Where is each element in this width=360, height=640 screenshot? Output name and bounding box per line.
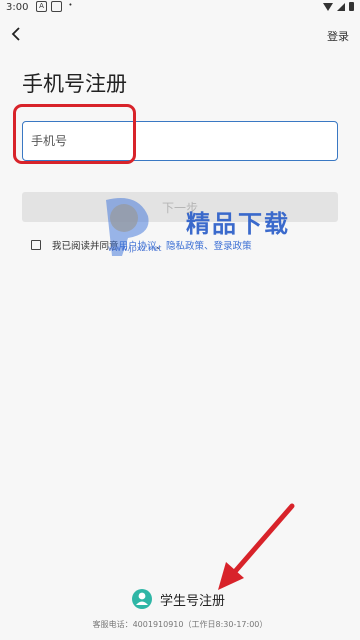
status-bar: 3:00 A • [0, 0, 360, 16]
login-link[interactable]: 登录 [327, 28, 349, 44]
status-right [323, 2, 354, 11]
dot-icon: • [68, 1, 73, 9]
sim-icon: A [36, 1, 47, 12]
agreement-prefix: 我已阅读并同意 [52, 241, 119, 252]
page-title: 手机号注册 [22, 72, 127, 96]
chevron-left-icon [11, 27, 20, 41]
notification-icon [51, 1, 62, 12]
agreement-separator: 、 [156, 241, 167, 252]
agreement-checkbox[interactable] [31, 240, 41, 250]
status-time: 3:00 [6, 2, 29, 13]
back-button[interactable] [8, 26, 24, 42]
wifi-icon [323, 2, 333, 11]
privacy-policy-link[interactable]: 隐私政策 [166, 238, 204, 252]
user-agreement-link[interactable]: 用户协议 [119, 238, 157, 252]
login-policy-link[interactable]: 、登录政策 [204, 238, 252, 252]
battery-icon [349, 2, 354, 11]
signal-icon [337, 2, 345, 11]
student-register-label: 学生号注册 [160, 593, 226, 609]
customer-service-text: 客服电话：4001910910（工作日8:30-17:00） [92, 620, 268, 629]
phone-input[interactable] [22, 121, 338, 161]
next-button[interactable]: 下一步 [22, 192, 338, 222]
student-icon [132, 589, 152, 609]
agreement-row: 我已阅读并同意 用户协议 、 隐私政策 、登录政策 [31, 238, 252, 252]
status-icons: A • [36, 1, 75, 12]
student-register-button[interactable]: 学生号注册 [132, 589, 225, 609]
